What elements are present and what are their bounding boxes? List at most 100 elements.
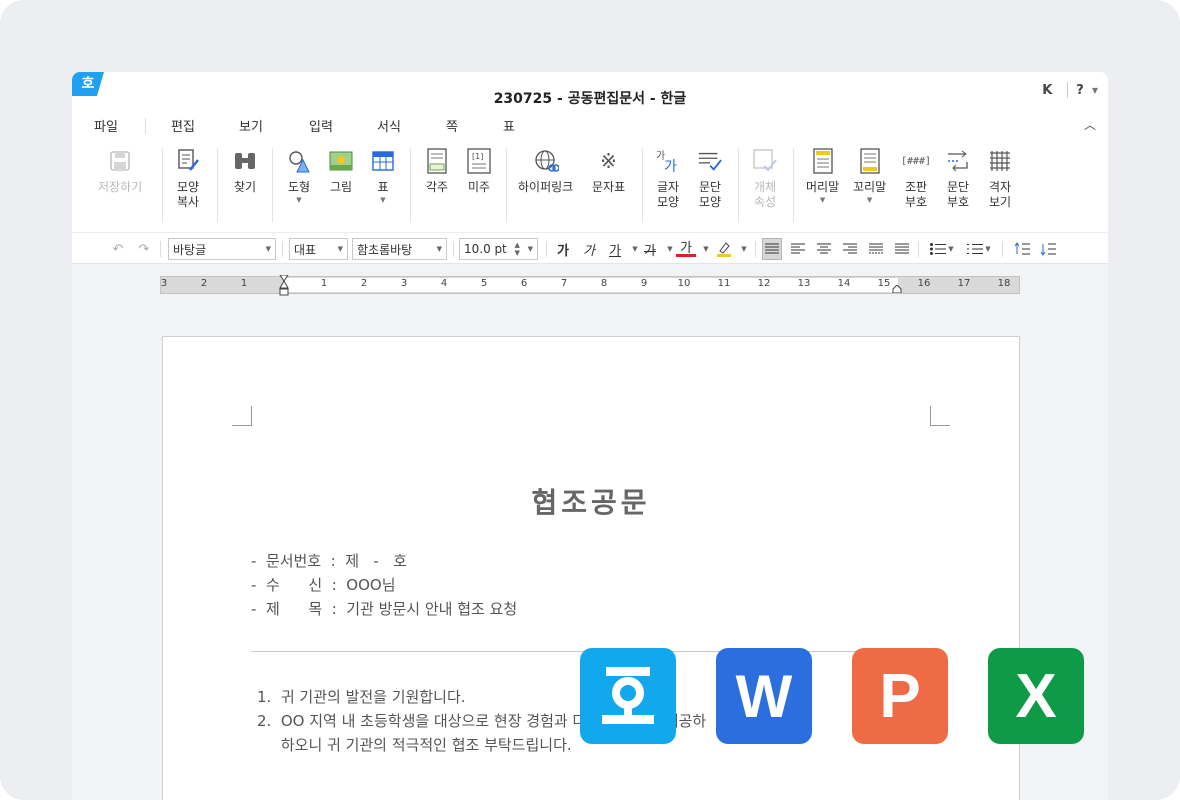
ruler-number: 3 [160, 278, 168, 289]
font-select[interactable]: 함초롬바탕 ▼ [352, 238, 447, 260]
user-avatar[interactable]: K [1035, 83, 1059, 98]
ruler-number: 1 [320, 278, 328, 289]
align-right-icon [843, 243, 857, 254]
header-button[interactable]: 머리말 ▼ [806, 148, 839, 205]
table-button[interactable]: 표 ▼ [370, 148, 396, 205]
undo-icon[interactable]: ↶ [108, 238, 128, 260]
save-button[interactable]: 저장하기 [98, 148, 142, 195]
divider [272, 148, 273, 222]
chevron-down-icon: ▼ [436, 245, 442, 253]
divider [410, 148, 411, 222]
endnote-button[interactable]: [1] 미주 [466, 148, 492, 195]
chevron-down-icon: ▼ [632, 245, 638, 253]
right-indent-marker-icon[interactable] [892, 285, 902, 293]
italic-button[interactable]: 가 [579, 238, 599, 260]
chevron-down-icon: ▼ [819, 196, 826, 204]
align-left-button[interactable] [788, 238, 808, 260]
shapes-button[interactable]: 도형 ▼ [286, 148, 312, 205]
picture-button[interactable]: 그림 [328, 148, 354, 195]
menu-table[interactable]: 표 [503, 116, 515, 135]
symbol-button[interactable]: ※ 문자표 [592, 148, 625, 195]
char-shape-button[interactable]: 가가 글자 모양 [655, 148, 681, 210]
object-props-button[interactable]: 개체 속성 [752, 148, 778, 210]
para-shape-button[interactable]: 문단 모양 [697, 148, 723, 210]
increase-indent-button[interactable] [1012, 238, 1032, 260]
divider [642, 148, 643, 222]
footnote-button[interactable]: 각주 [424, 148, 450, 195]
distribute-button[interactable] [866, 238, 886, 260]
ruler-number: 14 [837, 278, 851, 289]
align-right-button[interactable] [840, 238, 860, 260]
align-justify-icon [765, 243, 779, 254]
chevron-down-icon[interactable]: ▼ [1092, 86, 1098, 95]
meta-recipient: - 수 신 : OOO님 [251, 576, 396, 594]
text-color-button[interactable]: 가 [676, 238, 696, 257]
chevron-down-icon: ▼ [337, 245, 343, 253]
split-distribute-icon [895, 243, 909, 254]
divider [145, 118, 146, 134]
align-center-button[interactable] [814, 238, 834, 260]
excel-app-icon: X [988, 648, 1084, 744]
formatting-toolbar: ↶ ↷ 바탕글 ▼ 대표 ▼ 함초롬바탕 ▼ 10.0 pt ▲ ▼ ▼ 가 가 가 ▼… [72, 232, 1108, 264]
ruler-number: 13 [797, 278, 811, 289]
decrease-indent-button[interactable] [1038, 238, 1058, 260]
menu-page[interactable]: 쪽 [446, 116, 458, 135]
chevron-down-icon: ▼ [866, 196, 873, 204]
help-button[interactable]: ? [1076, 83, 1084, 98]
menu-format[interactable]: 서식 [377, 116, 401, 135]
shapes-icon [286, 148, 312, 174]
picture-icon [328, 148, 354, 174]
divider [453, 241, 454, 257]
grid-view-button[interactable]: 격자 보기 [987, 148, 1013, 210]
font-size-stepper[interactable]: 10.0 pt ▲ ▼ ▼ [459, 238, 538, 260]
collapse-ribbon-icon[interactable]: ︿ [1084, 116, 1096, 133]
indent-marker-icon[interactable] [279, 275, 289, 297]
endnote-icon: [1] [466, 148, 492, 174]
hyperlink-button[interactable]: 하이퍼링크 [518, 148, 573, 195]
chevron-down-icon: ▼ [380, 196, 386, 204]
chevron-down-icon: ▼ [527, 245, 533, 253]
ruler-number: 3 [400, 278, 408, 289]
horizontal-ruler[interactable]: 3 2 1 1 2 3 4 5 6 7 8 9 10 11 12 13 14 1… [160, 275, 1020, 297]
ruler-number: 6 [520, 278, 528, 289]
grid-icon [987, 148, 1013, 174]
menu-file[interactable]: 파일 [94, 116, 118, 135]
increase-indent-icon [1014, 242, 1030, 255]
para-mark-button[interactable]: 문단 부호 [945, 148, 971, 210]
underline-button[interactable]: 가 [605, 238, 625, 260]
highlight-dropdown[interactable]: ▼ [733, 238, 753, 260]
text-color-dropdown[interactable]: ▼ [695, 238, 715, 260]
divider [1002, 241, 1003, 257]
strikethrough-button[interactable]: 가 [640, 238, 660, 260]
ruler-number: 7 [560, 278, 568, 289]
highlight-button[interactable] [714, 238, 734, 260]
numbered-list-button[interactable]: ▼ [964, 238, 994, 260]
chevron-down-icon: ▼ [265, 245, 271, 253]
ruler-number: 16 [917, 278, 931, 289]
language-select[interactable]: 대표 ▼ [289, 238, 348, 260]
layout-code-button[interactable]: [###] 조판 부호 [901, 148, 931, 210]
spin-icon: ▲ ▼ [514, 241, 520, 257]
menu-insert[interactable]: 입력 [309, 116, 333, 135]
bullet-list-button[interactable]: ▼ [927, 238, 957, 260]
format-painter-button[interactable]: 모양 복사 [175, 148, 201, 210]
align-justify-button[interactable] [762, 238, 782, 260]
divider [755, 241, 756, 257]
split-distribute-button[interactable] [892, 238, 912, 260]
align-left-icon [791, 243, 805, 254]
document-meta: - 문서번호 : 제 - 호 - 수 신 : OOO님 - 제 목 : 기관 방… [251, 549, 517, 621]
bold-button[interactable]: 가 [553, 238, 573, 260]
menu-edit[interactable]: 편집 [171, 116, 195, 135]
chevron-down-icon: ▼ [741, 245, 747, 253]
divider [217, 148, 218, 222]
ruler-number: 1 [240, 278, 248, 289]
char-shape-icon: 가가 [655, 148, 681, 174]
chevron-down-icon: ▼ [703, 245, 709, 253]
ruler-number: 10 [677, 278, 691, 289]
svg-text:가: 가 [664, 159, 677, 174]
find-button[interactable]: 찾기 [232, 148, 258, 195]
menu-view[interactable]: 보기 [239, 116, 263, 135]
redo-icon[interactable]: ↷ [134, 238, 154, 260]
footer-button[interactable]: 꼬리말 ▼ [853, 148, 886, 205]
style-select[interactable]: 바탕글 ▼ [168, 238, 276, 260]
